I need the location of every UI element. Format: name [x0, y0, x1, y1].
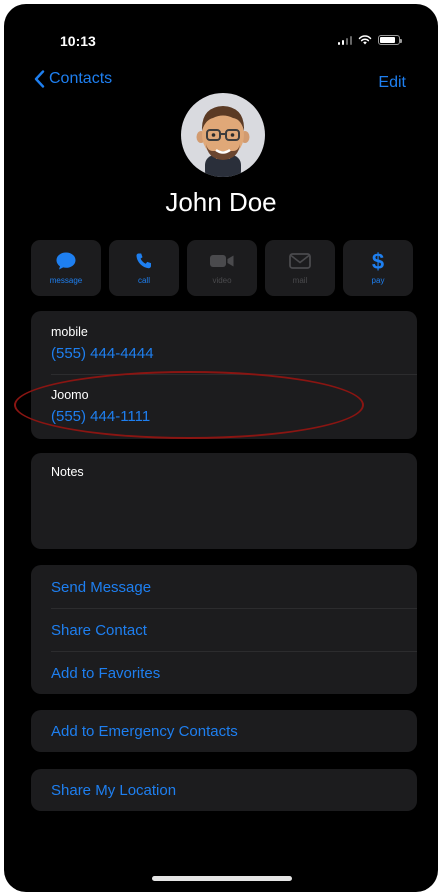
- message-bubble-icon: [56, 252, 76, 270]
- envelope-icon: [289, 253, 311, 269]
- quick-actions: message call video mail $ pay: [31, 240, 413, 296]
- avatar[interactable]: [181, 93, 265, 177]
- phone-screen: 10:13 Contacts Edit John Doe message cal…: [4, 4, 438, 892]
- back-label: Contacts: [49, 70, 113, 87]
- divider: [51, 374, 417, 375]
- add-emergency-contact-link[interactable]: Add to Emergency Contacts: [51, 723, 238, 740]
- pay-action-label: pay: [371, 276, 385, 285]
- phone-number-mobile[interactable]: (555) 444-4444: [51, 345, 154, 362]
- contact-name: John Doe: [165, 187, 277, 217]
- phone-icon: [136, 253, 151, 269]
- svg-text:$: $: [372, 249, 384, 273]
- share-contact-link[interactable]: Share Contact: [51, 622, 147, 639]
- chevron-left-icon: [34, 70, 45, 88]
- wifi-icon: [358, 35, 372, 45]
- send-message-link[interactable]: Send Message: [51, 579, 151, 596]
- cellular-signal-icon: [337, 35, 352, 45]
- call-action-label: call: [137, 276, 150, 285]
- home-indicator[interactable]: [152, 876, 292, 881]
- memoji-avatar-icon: [196, 106, 250, 177]
- back-to-contacts-button[interactable]: Contacts: [34, 70, 112, 88]
- share-location-link[interactable]: Share My Location: [51, 782, 176, 799]
- notes-card[interactable]: Notes: [31, 453, 417, 549]
- divider: [51, 651, 417, 652]
- status-time: 10:13: [60, 33, 96, 49]
- notes-label: Notes: [51, 465, 84, 479]
- status-bar: 10:13: [4, 4, 438, 74]
- emergency-card: Add to Emergency Contacts: [31, 710, 417, 752]
- phone-label-mobile: mobile: [51, 325, 88, 339]
- options-card: Send Message Share Contact Add to Favori…: [31, 565, 417, 694]
- message-action-button[interactable]: message: [31, 240, 101, 296]
- call-action-button[interactable]: call: [109, 240, 179, 296]
- add-to-favorites-link[interactable]: Add to Favorites: [51, 665, 160, 682]
- mail-action-button[interactable]: mail: [265, 240, 335, 296]
- status-icons: [337, 35, 402, 45]
- edit-button[interactable]: Edit: [378, 74, 406, 92]
- message-action-label: message: [49, 276, 83, 285]
- pay-action-button[interactable]: $ pay: [343, 240, 413, 296]
- video-action-button[interactable]: video: [187, 240, 257, 296]
- phone-number-joomo[interactable]: (555) 444-1111: [51, 408, 150, 425]
- dollar-icon: $: [372, 249, 384, 273]
- battery-icon: [378, 35, 402, 45]
- video-camera-icon: [210, 255, 234, 267]
- location-card: Share My Location: [31, 769, 417, 811]
- phone-label-joomo: Joomo: [51, 388, 89, 402]
- video-action-label: video: [212, 276, 232, 285]
- phone-numbers-card: mobile (555) 444-4444 Joomo (555) 444-11…: [31, 311, 417, 439]
- divider: [51, 608, 417, 609]
- mail-action-label: mail: [292, 276, 308, 285]
